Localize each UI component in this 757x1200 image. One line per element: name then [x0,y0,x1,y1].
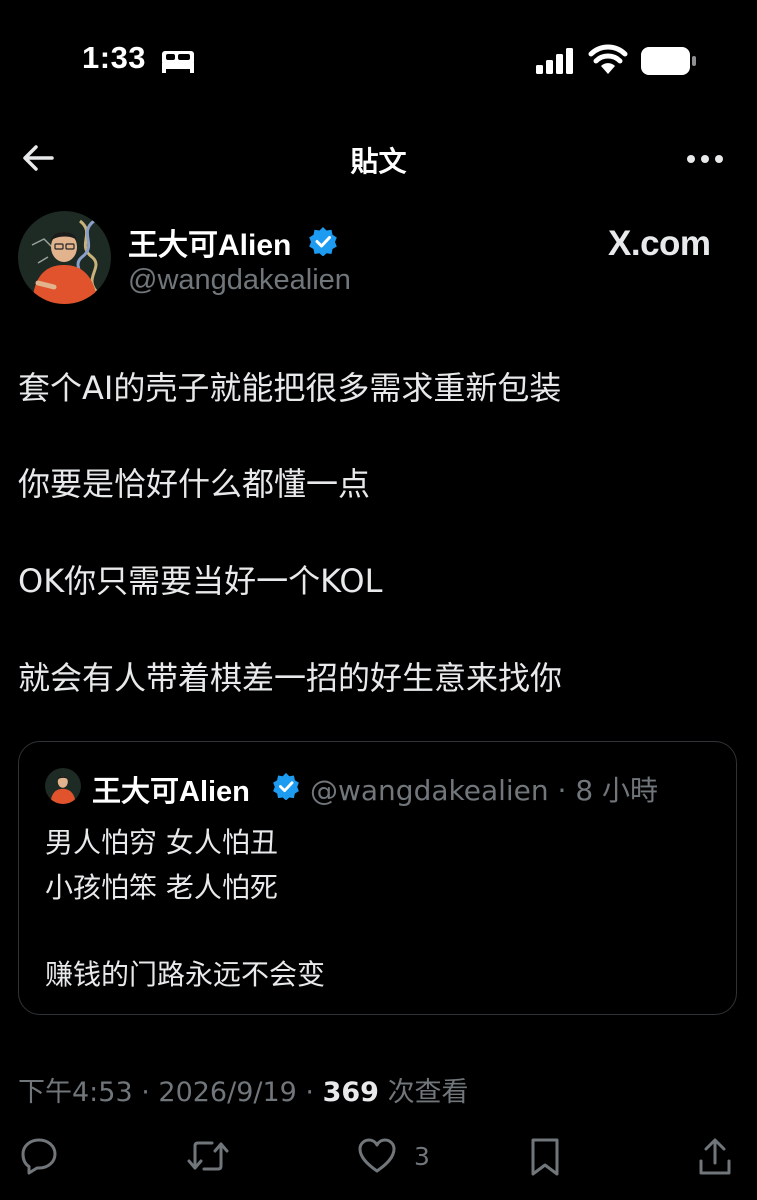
quoted-text-line-1: 男人怕穷 女人怕丑 [45,826,278,859]
quoted-text-line-2: 小孩怕笨 老人怕死 [45,871,278,904]
quoted-verified-badge-icon [273,772,299,800]
wifi-icon [588,44,628,74]
verified-badge-icon [309,227,337,256]
quoted-meta: @wangdakealien · 8 小時 [310,774,659,807]
avatar[interactable] [18,211,111,304]
reply-icon[interactable] [20,1137,58,1175]
quoted-author-name: 王大可Alien [92,776,250,808]
like-count: 3 [414,1142,430,1171]
post-date: 2026/9/19 [158,1077,297,1108]
post-text-line-2: 你要是恰好什么都懂一点 [18,465,371,503]
share-icon[interactable] [697,1137,733,1177]
repost-icon[interactable] [186,1137,230,1175]
quoted-avatar [45,768,81,804]
sleep-focus-icon [162,51,194,73]
view-label: 次查看 [387,1077,469,1108]
more-options-icon[interactable] [686,154,724,164]
bookmark-icon[interactable] [528,1137,562,1177]
post-text-line-4: 就会有人带着棋差一招的好生意来找你 [18,659,563,697]
quoted-text-line-3: 赚钱的门路永远不会变 [45,958,326,991]
author-name[interactable]: 王大可Alien [128,220,291,264]
author-handle[interactable]: @wangdakealien [128,264,351,297]
x-com-watermark: X.com [608,224,711,263]
post-text-line-3: OK你只需要当好一个KOL [18,562,383,600]
post-time: 下午4:53 [18,1077,133,1108]
battery-icon [641,47,696,75]
post-text-line-1: 套个AI的壳子就能把很多需求重新包装 [18,369,562,407]
cellular-signal-icon [536,48,573,74]
like-heart-icon[interactable] [357,1137,397,1175]
post-meta: 下午4:53 · 2026/9/19 · 369 次查看 [18,1077,469,1108]
view-count: 369 [322,1077,379,1108]
status-time: 1:33 [82,40,147,75]
page-title: 貼文 [350,145,407,178]
